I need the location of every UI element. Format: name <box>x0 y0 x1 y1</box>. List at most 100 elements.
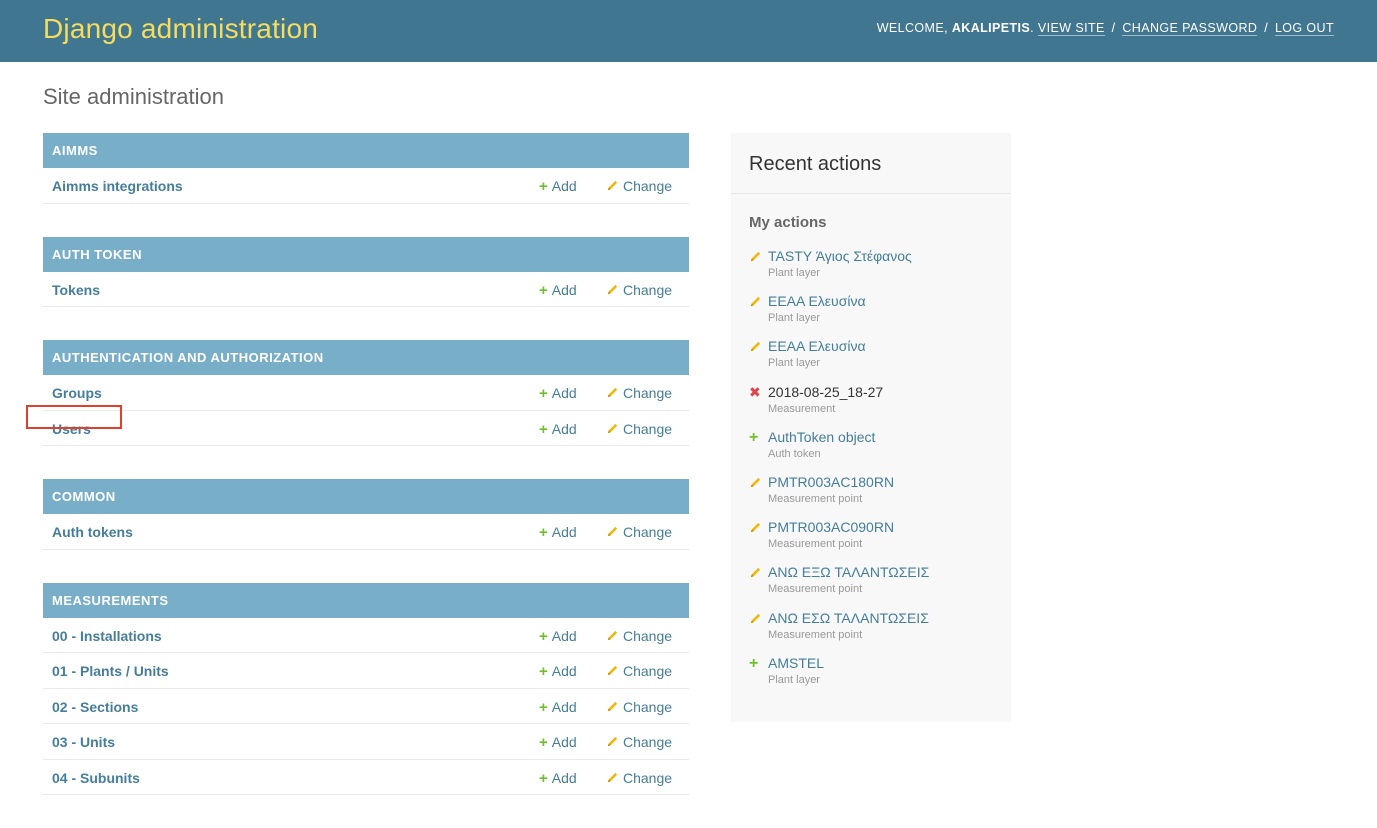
plus-icon: + <box>539 698 548 716</box>
change-password-link[interactable]: CHANGE PASSWORD <box>1122 21 1258 36</box>
app-module-list: AIMMS Aimms integrations + Add Change AUTH TO… <box>26 133 689 828</box>
module-caption[interactable]: AUTHENTICATION AND AUTHORIZATION <box>43 340 689 375</box>
module-caption[interactable]: MEASUREMENTS <box>43 582 689 618</box>
add-link[interactable]: + Add <box>539 524 577 541</box>
model-link[interactable]: Users <box>52 421 91 437</box>
change-link[interactable]: Change <box>606 421 672 437</box>
module-caption[interactable]: AUTH TOKEN <box>43 236 689 272</box>
add-label: Add <box>551 698 577 715</box>
add-link[interactable]: + Add <box>539 770 577 787</box>
username-suffix: . <box>1030 21 1035 35</box>
recent-action-item: ΑΝΩ ΕΞΩ ΤΑΛΑΝΤΩΣΕΙΣ Measurement point <box>749 563 1009 608</box>
add-link[interactable]: + Add <box>539 628 577 645</box>
page-title: Site administration <box>43 84 224 109</box>
model-row: 03 - Units + Add Change <box>43 724 689 760</box>
module-caption[interactable]: AIMMS <box>43 133 689 168</box>
recent-action-link[interactable]: ΕΕΑΑ Ελευσίνα <box>768 292 1009 310</box>
model-link[interactable]: 03 - Units <box>52 734 115 750</box>
pencil-icon <box>606 422 619 435</box>
change-label: Change <box>623 385 673 401</box>
model-link[interactable]: Aimms integrations <box>52 178 183 194</box>
change-link[interactable]: Change <box>606 628 672 644</box>
model-link[interactable]: Tokens <box>52 282 100 298</box>
add-link[interactable]: + Add <box>539 178 577 195</box>
pencil-icon <box>749 476 762 489</box>
change-link[interactable]: Change <box>606 282 672 298</box>
change-label: Change <box>623 627 673 644</box>
pencil-icon <box>749 295 762 308</box>
recent-action-type: Plant layer <box>768 312 820 325</box>
module-caption[interactable]: COMMON <box>43 479 689 514</box>
change-link[interactable]: Change <box>606 699 672 715</box>
site-branding[interactable]: Django administration <box>43 13 318 45</box>
pencil-icon <box>606 179 619 192</box>
change-link[interactable]: Change <box>606 385 672 401</box>
add-label: Add <box>551 663 577 679</box>
recent-actions-title: Recent actions <box>731 133 1011 194</box>
recent-action-type: Measurement point <box>768 628 863 641</box>
recent-action-type: Plant layer <box>768 357 820 370</box>
plus-icon: + <box>539 627 548 645</box>
change-link[interactable]: Change <box>606 734 672 750</box>
welcome-text: WELCOME, <box>876 21 948 35</box>
recent-action-link[interactable]: PMTR003AC180RN <box>768 473 1009 491</box>
plus-icon: + <box>539 178 548 195</box>
recent-action-item: + AMSTEL Plant layer <box>749 654 1009 699</box>
recent-action-type: Measurement point <box>768 583 863 596</box>
recent-actions-list: TASTY Άγιος Στέφανος Plant layer ΕΕΑΑ Ελευ… <box>749 247 1009 699</box>
add-link[interactable]: + Add <box>539 385 577 402</box>
pencil-icon <box>606 629 619 642</box>
pencil-icon <box>749 250 762 263</box>
recent-action-item: PMTR003AC180RN Measurement point <box>749 473 1009 518</box>
change-label: Change <box>623 698 673 715</box>
add-link[interactable]: + Add <box>539 699 577 716</box>
add-link[interactable]: + Add <box>539 282 577 299</box>
change-label: Change <box>623 281 673 298</box>
model-row: Auth tokens + Add Change <box>43 514 689 550</box>
model-row: Users + Add Change <box>26 404 689 446</box>
model-link[interactable]: Auth tokens <box>52 524 133 540</box>
separator: / <box>1264 21 1269 35</box>
log-out-link[interactable]: LOG OUT <box>1274 21 1334 36</box>
view-site-link[interactable]: VIEW SITE <box>1037 21 1105 36</box>
recent-action-type: Measurement point <box>768 538 863 551</box>
pencil-icon <box>606 386 619 399</box>
model-link[interactable]: 02 - Sections <box>52 699 138 715</box>
app-module: AIMMS Aimms integrations + Add Change <box>43 133 689 204</box>
recent-action-link[interactable]: TASTY Άγιος Στέφανος <box>768 247 1009 265</box>
change-link[interactable]: Change <box>606 178 672 194</box>
recent-action-link[interactable]: ΕΕΑΑ Ελευσίνα <box>768 337 1009 355</box>
recent-action-type: Auth token <box>768 447 821 460</box>
model-link[interactable]: 00 - Installations <box>52 628 162 644</box>
app-module: AUTH TOKEN Tokens + Add Change <box>43 236 689 307</box>
plus-icon: + <box>539 769 548 787</box>
plus-icon: + <box>539 663 548 680</box>
recent-action-item: ✖ 2018-08-25_18-27 Measurement <box>749 383 1009 428</box>
pencil-icon <box>606 735 619 748</box>
recent-action-link[interactable]: ΑΝΩ ΕΣΩ ΤΑΛΑΝΤΩΣΕΙΣ <box>768 609 1009 627</box>
plus-icon: + <box>749 654 759 672</box>
recent-action-link[interactable]: AMSTEL <box>768 654 1009 672</box>
pencil-icon <box>749 521 762 534</box>
recent-action-link[interactable]: PMTR003AC090RN <box>768 518 1009 536</box>
add-label: Add <box>551 385 577 401</box>
header-bar: Django administration WELCOME, AKALIPETI… <box>0 0 1377 62</box>
add-link[interactable]: + Add <box>539 663 577 680</box>
app-module: MEASUREMENTS 00 - Installations + Add Change… <box>43 582 689 795</box>
add-link[interactable]: + Add <box>539 421 577 438</box>
model-link[interactable]: Groups <box>52 385 102 401</box>
recent-action-item: ΕΕΑΑ Ελευσίνα Plant layer <box>749 337 1009 382</box>
pencil-icon <box>606 700 619 713</box>
app-module: AUTHENTICATION AND AUTHORIZATION Groups + A… <box>26 340 689 446</box>
change-link[interactable]: Change <box>606 524 672 540</box>
recent-action-item: PMTR003AC090RN Measurement point <box>749 518 1009 563</box>
model-row: Groups + Add Change <box>43 375 689 411</box>
recent-action-link[interactable]: AuthToken object <box>768 428 1009 446</box>
model-row: 00 - Installations + Add Change <box>43 618 689 653</box>
add-link[interactable]: + Add <box>539 734 577 751</box>
change-label: Change <box>623 178 673 194</box>
recent-action-item: + AuthToken object Auth token <box>749 428 1009 473</box>
recent-action-link[interactable]: ΑΝΩ ΕΞΩ ΤΑΛΑΝΤΩΣΕΙΣ <box>768 563 1009 581</box>
change-link[interactable]: Change <box>606 663 672 679</box>
model-link[interactable]: 01 - Plants / Units <box>52 663 169 679</box>
